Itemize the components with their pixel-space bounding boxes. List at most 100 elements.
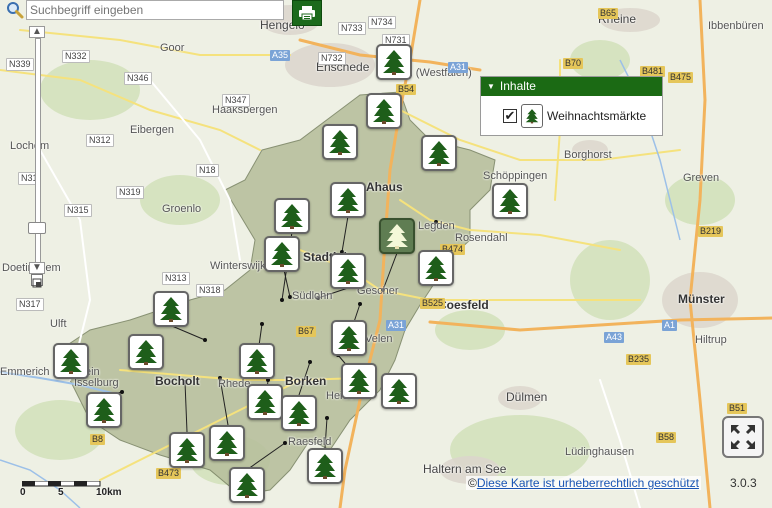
zoom-out-button[interactable]: ▼ [29,262,45,274]
christmas-market-marker[interactable] [264,236,300,272]
christmas-market-marker[interactable] [341,363,377,399]
road-n312: N312 [86,134,114,147]
fullscreen-button[interactable] [722,416,764,458]
road-b70: B70 [563,58,584,69]
christmas-market-marker[interactable] [330,182,366,218]
tree-icon [428,141,450,166]
road-a31-south: A31 [386,320,407,331]
search-input[interactable] [26,0,284,20]
tree-icon [160,297,182,322]
road-n734: N734 [368,16,396,29]
christmas-market-marker[interactable] [307,448,343,484]
place-duelmen: Dülmen [506,390,548,404]
road-b473: B473 [156,468,182,479]
tree-icon [93,398,115,423]
christmas-market-marker-selected[interactable] [379,218,415,254]
tree-icon [254,390,276,415]
zoom-control: ▲ ▼ [28,26,46,288]
road-b219: B219 [698,226,724,237]
road-n332: N332 [62,50,90,63]
christmas-market-marker[interactable] [153,291,189,327]
christmas-market-marker[interactable] [366,93,402,129]
road-a35: A35 [270,50,291,61]
place-schoeppingen: Schöppingen [483,170,548,182]
road-n347: N347 [222,94,250,107]
legend-panel: ▼ Inhalte ✔ Weihnachtsmärkte [480,76,663,136]
printer-icon [299,6,315,21]
zoom-track[interactable] [35,38,41,270]
tree-icon [337,188,359,213]
layer-checkbox[interactable]: ✔ [503,109,517,123]
scale-label-5: 5 [58,487,64,498]
box-zoom-button[interactable] [31,274,43,288]
road-n318: N318 [196,284,224,297]
place-rhede: Rhede [218,378,251,390]
christmas-market-marker[interactable] [169,432,205,468]
zoom-handle[interactable] [28,222,46,234]
scale-label-0: 0 [20,487,26,498]
copyright-link[interactable]: Diese Karte ist urheberrechtlich geschüt… [477,476,699,490]
collapse-arrow-icon: ▼ [487,82,495,91]
christmas-market-marker[interactable] [331,320,367,356]
place-ahaus: Ahaus [366,180,403,194]
tree-icon [348,369,370,394]
legend-title: Inhalte [499,79,536,93]
christmas-market-marker[interactable] [274,198,310,234]
road-n315: N315 [64,204,92,217]
tree-icon [329,130,351,155]
christmas-market-marker[interactable] [322,124,358,160]
road-n317: N317 [16,298,44,311]
tree-icon [425,256,447,281]
road-n18: N18 [196,164,219,177]
road-n313: N313 [162,272,190,285]
place-haltern: Haltern am See [423,462,507,476]
place-ibbenbueren: Ibbenbüren [708,20,764,32]
scale-label-10km: 10km [96,487,122,498]
tree-icon [281,204,303,229]
place-rosendahl: Rosendahl [455,232,508,244]
print-button[interactable] [292,0,322,26]
tree-icon [521,104,543,128]
tree-icon [216,431,238,456]
place-groenlo: Groenlo [162,203,202,215]
place-hiltrup: Hiltrup [695,334,727,346]
christmas-market-marker[interactable] [247,384,283,420]
road-b51: B51 [727,403,748,414]
tree-icon [60,349,82,374]
copyright-symbol: © [468,476,477,490]
place-legden: Legden [418,220,455,232]
christmas-market-marker[interactable] [239,343,275,379]
christmas-market-marker[interactable] [492,183,528,219]
tree-icon [338,326,360,351]
christmas-market-marker[interactable] [209,425,245,461]
place-muenster: Münster [678,292,725,306]
christmas-market-marker[interactable] [128,334,164,370]
tree-icon [388,379,410,404]
legend-header[interactable]: ▼ Inhalte [481,77,662,96]
road-a43: A43 [604,332,625,343]
copyright-notice: ©Diese Karte ist urheberrechtlich geschü… [466,476,701,490]
place-bocholt: Bocholt [155,374,200,388]
legend-layer-row: ✔ Weihnachtsmärkte [481,96,662,128]
christmas-market-marker[interactable] [86,392,122,428]
christmas-market-marker[interactable] [418,250,454,286]
christmas-market-marker[interactable] [421,135,457,171]
tree-icon [288,401,310,426]
place-goor: Goor [160,42,185,54]
christmas-market-marker[interactable] [330,253,366,289]
place-winterswijk: Winterswijk [210,260,266,272]
road-b235: B235 [626,354,652,365]
road-b475: B475 [668,72,694,83]
christmas-market-marker[interactable] [53,343,89,379]
zoom-in-button[interactable]: ▲ [29,26,45,38]
christmas-market-marker[interactable] [376,44,412,80]
christmas-market-marker[interactable] [281,395,317,431]
layer-label: Weihnachtsmärkte [547,109,647,123]
christmas-market-marker[interactable] [381,373,417,409]
tree-icon [236,473,258,498]
search-icon[interactable] [4,0,26,20]
search-bar [4,0,284,20]
place-velen: Velen [365,333,393,345]
christmas-market-marker[interactable] [229,467,265,503]
place-greven: Greven [683,172,720,184]
